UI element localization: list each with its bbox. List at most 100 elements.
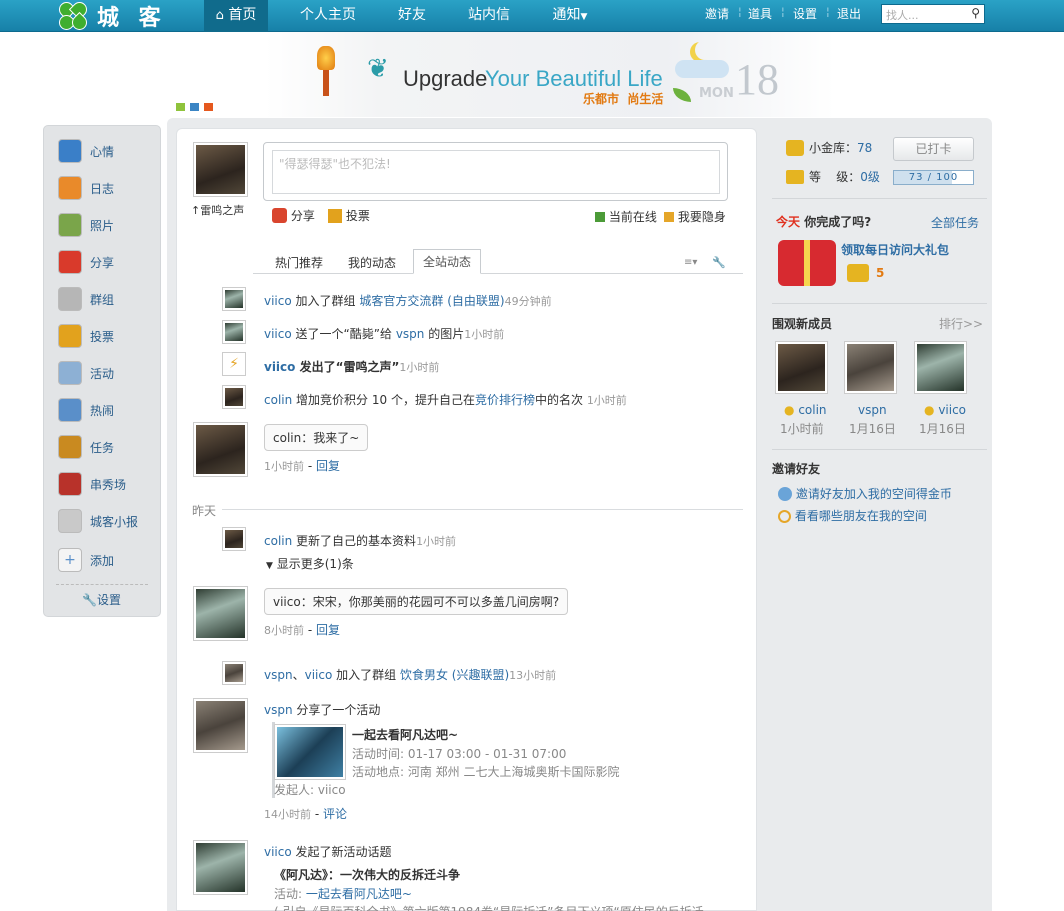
- composer-user-link[interactable]: ↑雷鸣之声: [191, 202, 244, 218]
- avatar[interactable]: [222, 287, 246, 311]
- search-input[interactable]: 找人... ⚲: [881, 4, 985, 24]
- sidebar-item-share[interactable]: 分享: [58, 249, 114, 275]
- sidebar-item-groups[interactable]: 群组: [58, 286, 114, 312]
- avatar[interactable]: [222, 385, 246, 409]
- user-link[interactable]: viico: [264, 360, 295, 374]
- sidebar-item-mood[interactable]: 心情: [58, 138, 114, 164]
- user-link[interactable]: vspn: [264, 703, 293, 717]
- nav-home[interactable]: ⌂ 首页: [204, 0, 268, 32]
- sidebar-item-show[interactable]: 串秀场: [58, 471, 126, 497]
- avatar[interactable]: ⚡: [222, 352, 246, 376]
- user-link[interactable]: viico: [264, 327, 292, 341]
- checkin-button[interactable]: 已打卡: [893, 137, 974, 161]
- comment-link[interactable]: 评论: [323, 807, 347, 821]
- today-label: 今天: [776, 215, 801, 229]
- wrench-icon[interactable]: 🔧: [712, 256, 726, 269]
- divider: [772, 449, 987, 450]
- list-view-icon[interactable]: ≡▾: [684, 257, 697, 268]
- day-divider: [222, 509, 743, 510]
- theme-blue[interactable]: [190, 103, 199, 111]
- theme-green[interactable]: [176, 103, 185, 111]
- user-link[interactable]: vspn: [396, 327, 425, 341]
- member-avatar[interactable]: [844, 341, 897, 394]
- activity-title[interactable]: 一起去看阿凡达吧~: [352, 726, 458, 743]
- rank-link[interactable]: 竞价排行榜: [475, 393, 535, 407]
- rank-link[interactable]: 排行>>: [939, 315, 983, 332]
- invisible-icon: [664, 212, 674, 222]
- member-avatar[interactable]: [775, 341, 828, 394]
- daily-gift-link[interactable]: 领取每日访问大礼包: [841, 241, 949, 258]
- share-button[interactable]: 分享: [272, 207, 315, 224]
- user-link[interactable]: colin: [264, 393, 292, 407]
- sidebar-settings[interactable]: 🔧设置: [82, 591, 121, 608]
- nav-messages[interactable]: 站内信: [460, 0, 518, 32]
- sidebar-item-activity[interactable]: 活动: [58, 360, 114, 386]
- online-status[interactable]: 当前在线: [595, 208, 657, 225]
- avatar[interactable]: [222, 527, 246, 551]
- theme-orange[interactable]: [204, 103, 213, 111]
- reply-link[interactable]: 回复: [316, 459, 340, 473]
- avatar[interactable]: [193, 586, 248, 641]
- slogan-upgrade: Upgrade: [403, 66, 488, 91]
- invite-friends-link[interactable]: 邀请好友加入我的空间得金币: [778, 485, 952, 502]
- logo[interactable]: 城 客: [55, 0, 167, 34]
- today-question: 你完成了吗?: [804, 215, 872, 229]
- avatar[interactable]: [193, 840, 248, 895]
- nav-profile[interactable]: 个人主页: [290, 0, 366, 32]
- bar-chart-icon: [328, 209, 342, 223]
- avatar[interactable]: [222, 661, 246, 685]
- user-link[interactable]: colin: [264, 534, 292, 548]
- member-name[interactable]: ● viico: [924, 403, 966, 417]
- nav-notify[interactable]: 通知▼: [545, 0, 595, 32]
- gold-icon: [786, 140, 804, 156]
- avatar[interactable]: [222, 320, 246, 344]
- invite-link[interactable]: 邀请: [705, 5, 729, 22]
- bar-chart-icon: [58, 324, 82, 348]
- reply-link[interactable]: 回复: [316, 623, 340, 637]
- tab-mine[interactable]: 我的动态: [348, 254, 396, 271]
- topic-title[interactable]: 《阿凡达》：一次伟大的反拆迁斗争: [274, 866, 460, 883]
- tab-hot[interactable]: 热门推荐: [275, 254, 323, 271]
- sidebar-item-blog[interactable]: 日志: [58, 175, 114, 201]
- divider: ¦: [826, 5, 830, 18]
- search-icon[interactable]: ⚲: [971, 6, 980, 20]
- left-sidebar: 心情 日志 照片 分享 群组 投票 活动 热闹 任务 串秀场 城客小报 + 添加 …: [43, 125, 161, 617]
- activity-poster[interactable]: [274, 724, 346, 780]
- status-input[interactable]: "得瑟得瑟"也不犯法!: [272, 150, 720, 194]
- vote-button[interactable]: 投票: [328, 207, 370, 224]
- sidebar-item-hot[interactable]: 热闹: [58, 397, 114, 423]
- gold-label: 小金库：: [809, 141, 858, 155]
- all-tasks-link[interactable]: 全部任务: [931, 214, 979, 231]
- sidebar-item-vote[interactable]: 投票: [58, 323, 114, 349]
- group-link[interactable]: 城客官方交流群 (自由联盟): [359, 294, 504, 308]
- tab-all[interactable]: 全站动态: [413, 249, 481, 274]
- feed-item: vspn 分享了一个活动: [264, 701, 380, 718]
- settings-link[interactable]: 设置: [793, 5, 817, 22]
- sidebar-item-photos[interactable]: 照片: [58, 212, 114, 238]
- nav-friends[interactable]: 好友: [390, 0, 434, 32]
- sidebar-item-tasks[interactable]: 任务: [58, 434, 114, 460]
- user-link[interactable]: viico: [264, 294, 292, 308]
- member-name[interactable]: ● colin: [784, 403, 827, 417]
- sidebar-item-newspaper[interactable]: 城客小报: [58, 508, 138, 534]
- avatar[interactable]: [193, 698, 248, 753]
- user-link[interactable]: viico: [305, 668, 333, 682]
- tools-link[interactable]: 道具: [748, 5, 772, 22]
- group-link[interactable]: 饮食男女 (兴趣联盟): [400, 668, 509, 682]
- show-more-link[interactable]: ▼ 显示更多(1)条: [266, 555, 354, 572]
- member-avatar[interactable]: [914, 341, 967, 394]
- activity-link[interactable]: 一起去看阿凡达吧~: [306, 887, 412, 901]
- brand-name: 城 客: [97, 5, 167, 31]
- sidebar-item-add[interactable]: + 添加: [58, 547, 114, 573]
- wrench-icon: 🔧: [82, 593, 97, 607]
- avatar[interactable]: [193, 422, 248, 477]
- gift-icon[interactable]: [778, 240, 836, 286]
- member-name[interactable]: vspn: [858, 403, 887, 417]
- find-friends-link[interactable]: 看看哪些朋友在我的空间: [778, 507, 927, 524]
- composer-user: 雷鸣之声: [200, 204, 245, 217]
- user-link[interactable]: vspn: [264, 668, 293, 682]
- logout-link[interactable]: 退出: [837, 5, 861, 22]
- hide-status[interactable]: 我要隐身: [664, 208, 726, 225]
- user-link[interactable]: viico: [264, 845, 292, 859]
- user-avatar[interactable]: [193, 142, 248, 197]
